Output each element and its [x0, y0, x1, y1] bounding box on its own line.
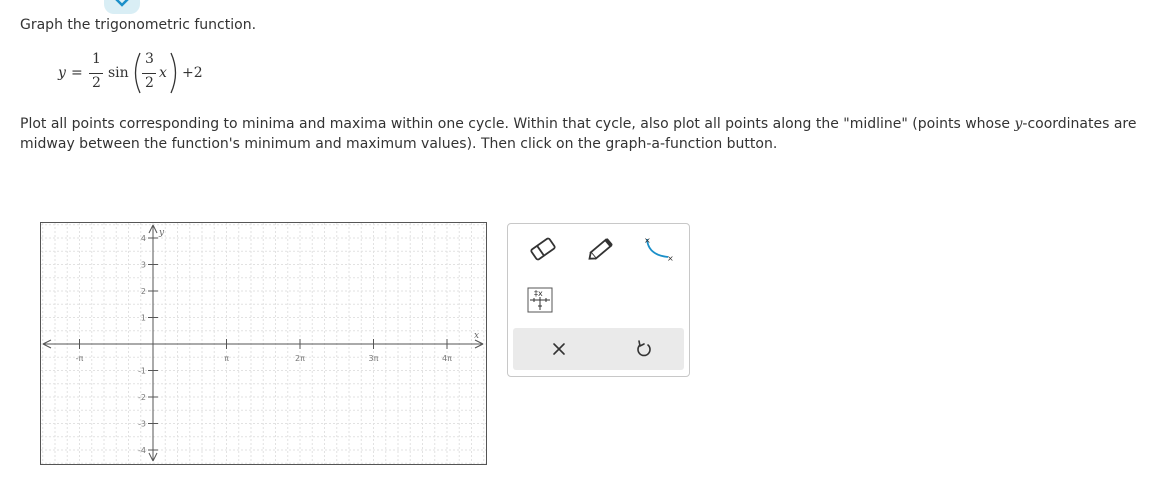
undo-button[interactable] [634, 339, 654, 359]
y-tick-label: -2 [138, 393, 146, 402]
question-prompt: Graph the trigonometric function. [20, 17, 257, 33]
inner-numerator: 3 [145, 51, 154, 67]
y-tick-label: 4 [141, 234, 146, 243]
x-tick-label: π [224, 354, 229, 363]
y-tick-label: 3 [141, 261, 146, 270]
inner-fraction-bar [142, 73, 156, 74]
inner-denominator: 2 [145, 75, 154, 91]
eraser-tool[interactable] [527, 235, 559, 263]
y-tick-label: -1 [138, 367, 146, 376]
coef-fraction-bar [89, 73, 103, 74]
x-tick-label: 4π [442, 354, 452, 363]
x-tick-label: -π [76, 354, 84, 363]
inner-variable: x [159, 65, 167, 81]
equation-equals: = [71, 65, 83, 81]
y-tick-label: 1 [141, 314, 146, 323]
x-tick-label: 2π [295, 354, 305, 363]
x-tick-label: 3π [369, 354, 379, 363]
instructions-part1: Plot all points corresponding to minima … [20, 116, 1015, 132]
tool-palette: × × ‡x [507, 223, 690, 377]
right-paren [170, 52, 177, 94]
svg-text:×: × [644, 236, 651, 245]
x-axis-label: x [474, 331, 479, 341]
left-paren [134, 52, 141, 94]
table-tool[interactable]: ‡x [525, 286, 555, 314]
table-icon: ‡x [527, 287, 553, 313]
equation-lhs: y [58, 65, 66, 81]
vertical-shift: +2 [182, 65, 203, 81]
expand-tab[interactable] [104, 0, 140, 14]
svg-text:‡x: ‡x [534, 289, 543, 298]
y-axis-label: y [158, 228, 165, 238]
instructions: Plot all points corresponding to minima … [20, 114, 1150, 154]
pencil-icon [588, 238, 613, 260]
close-icon [553, 343, 565, 355]
y-tick-label: -4 [138, 446, 146, 455]
y-tick-label: 2 [141, 287, 146, 296]
action-bar [513, 328, 684, 370]
graph-function-tool[interactable]: × × [642, 235, 676, 265]
graph-function-icon: × × [644, 236, 674, 263]
y-tick-label: -3 [138, 420, 146, 429]
pencil-tool[interactable] [585, 235, 617, 263]
eraser-icon [530, 237, 556, 261]
coordinate-plane[interactable]: x y -π π 2π 3π 4π 4 3 2 1 -1 -2 -3 -4 [41, 223, 486, 464]
svg-text:×: × [667, 254, 674, 263]
coef-denominator: 2 [92, 75, 101, 91]
graph-area[interactable]: x y -π π 2π 3π 4π 4 3 2 1 -1 -2 -3 -4 [40, 222, 487, 465]
chevron-down-icon [115, 0, 129, 7]
undo-icon [637, 340, 651, 357]
clear-button[interactable] [549, 339, 569, 359]
sin-function: sin [108, 65, 129, 81]
coef-numerator: 1 [92, 51, 101, 67]
